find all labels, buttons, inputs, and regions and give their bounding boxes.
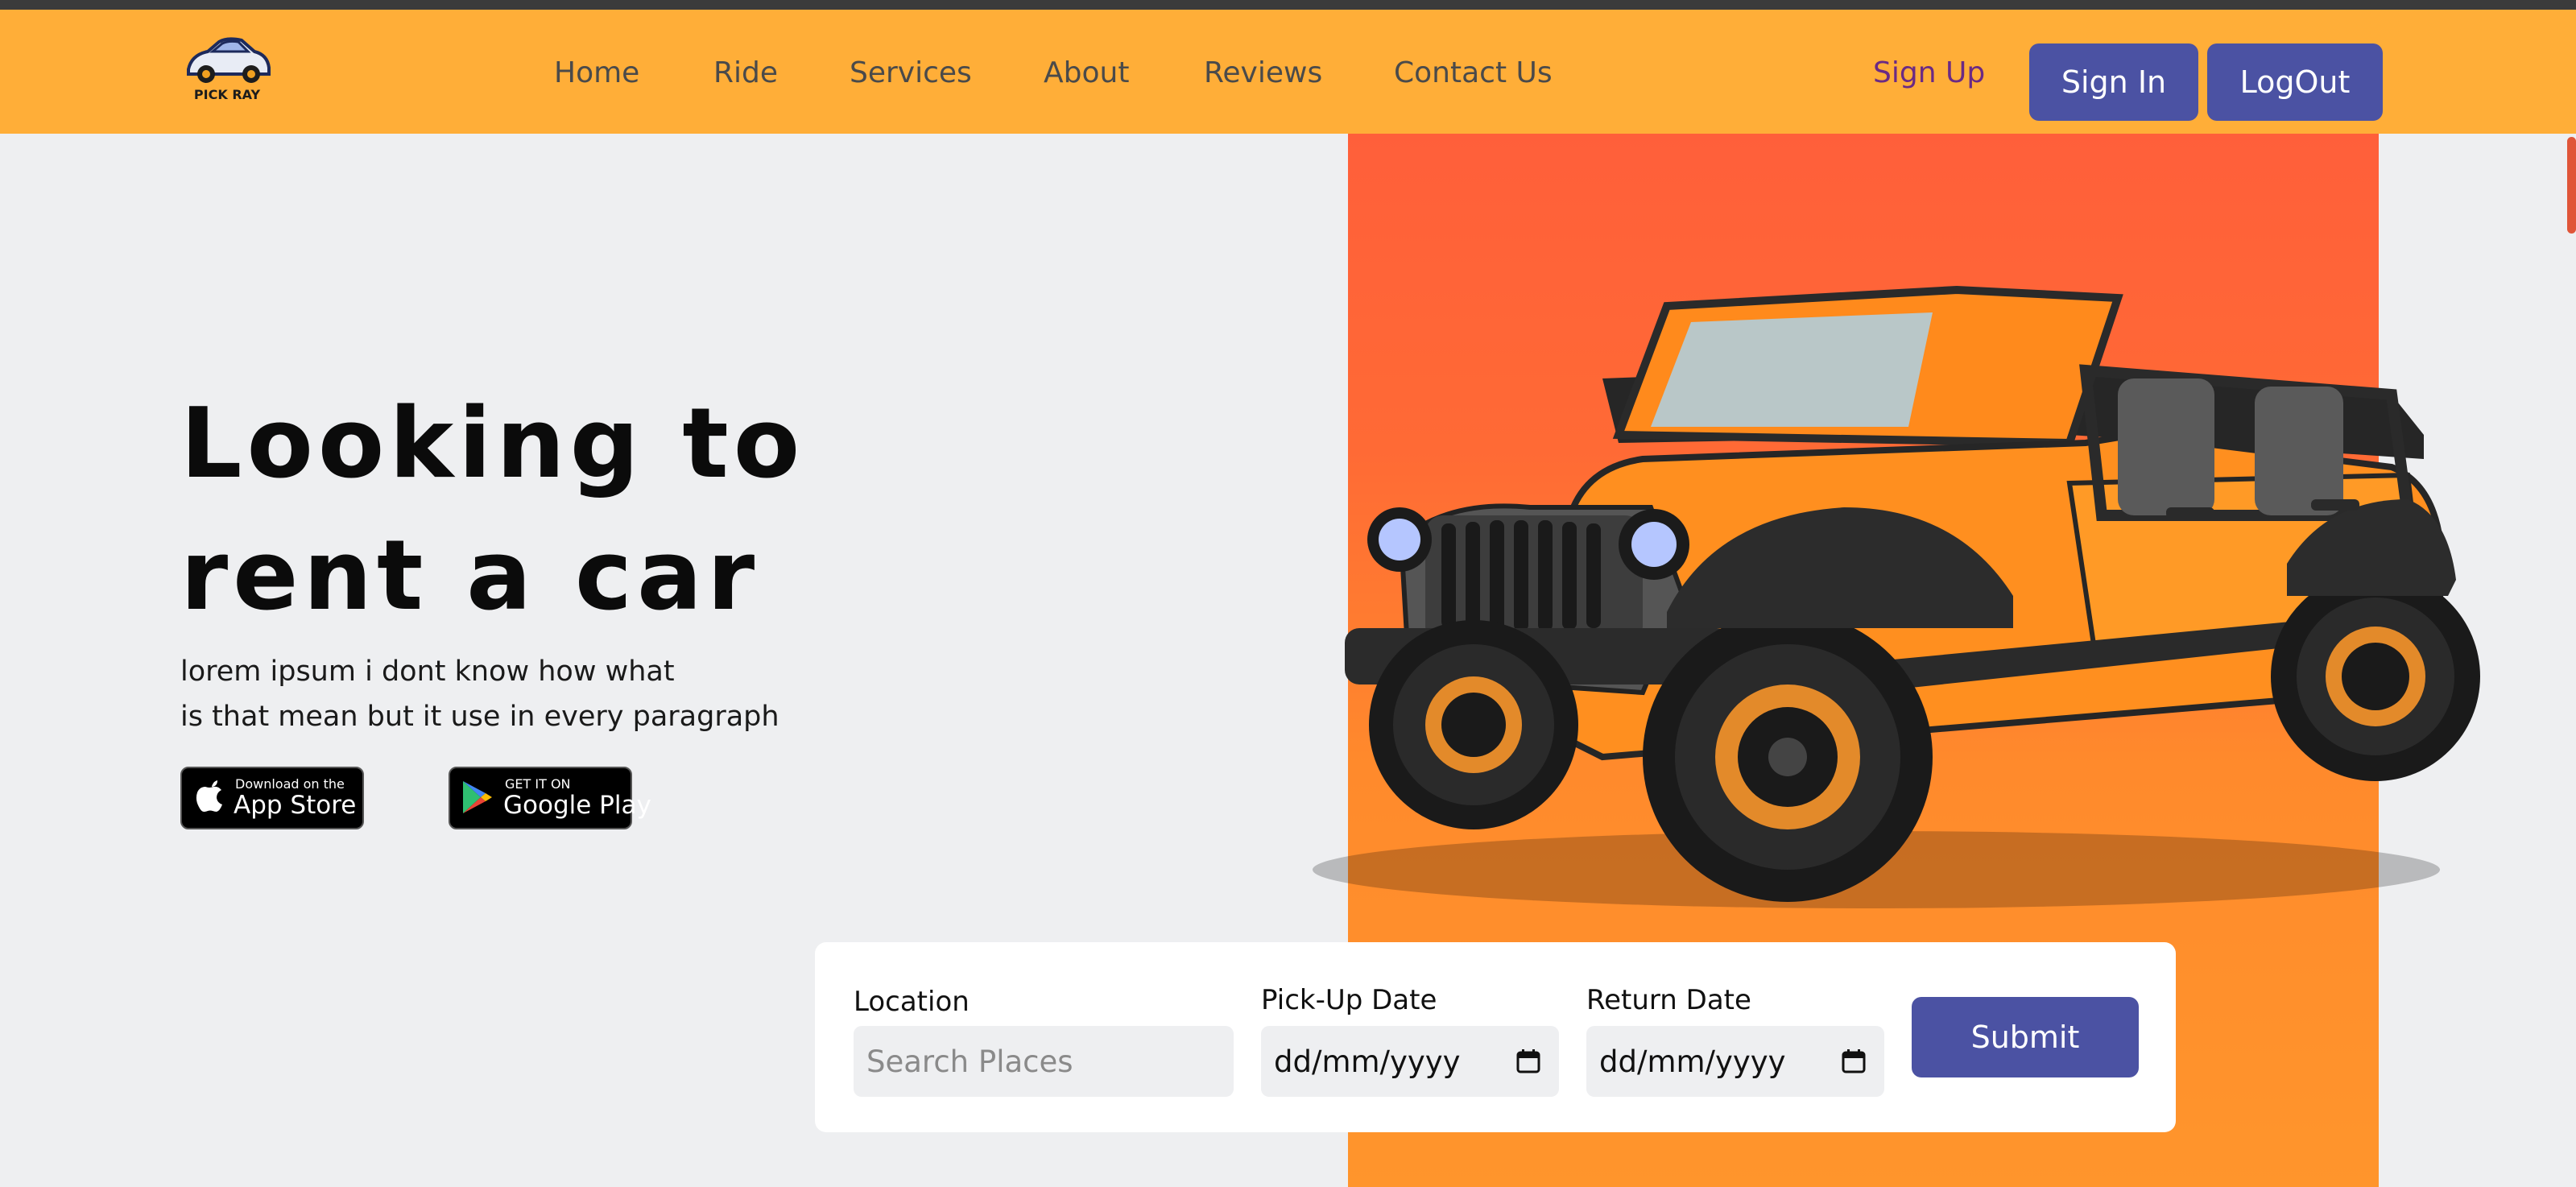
logout-button[interactable]: LogOut bbox=[2207, 43, 2383, 121]
google-play-badge[interactable]: GET IT ON Google Play bbox=[449, 767, 651, 829]
description-line-2: is that mean but it use in every paragra… bbox=[180, 701, 779, 733]
submit-button[interactable]: Submit bbox=[1912, 997, 2139, 1077]
apple-icon bbox=[196, 780, 222, 812]
browser-top-strip bbox=[0, 0, 2576, 10]
hero-headline: Looking to rent a car bbox=[180, 378, 905, 643]
google-play-big-text: Google Play bbox=[503, 791, 651, 820]
location-input[interactable]: Search Places bbox=[854, 1026, 1234, 1097]
location-label: Location bbox=[854, 986, 970, 1018]
google-play-icon bbox=[463, 781, 492, 813]
headline-line-2: rent a car bbox=[180, 520, 760, 632]
app-store-small-text: Download on the bbox=[235, 776, 345, 792]
google-play-small-text: GET IT ON bbox=[505, 776, 571, 792]
headline-line-1: Looking to bbox=[180, 388, 805, 500]
app-store-badge[interactable]: Download on the App Store bbox=[180, 767, 364, 829]
return-date-value: dd/mm/yyyy bbox=[1599, 1044, 1786, 1079]
nav-services[interactable]: Services bbox=[850, 56, 972, 89]
calendar-icon[interactable] bbox=[1841, 1048, 1867, 1074]
jeep-image bbox=[1313, 285, 2480, 908]
calendar-icon[interactable] bbox=[1515, 1048, 1541, 1074]
nav-reviews[interactable]: Reviews bbox=[1204, 56, 1322, 89]
location-placeholder: Search Places bbox=[866, 1044, 1073, 1079]
logo-text: PICK RAY bbox=[193, 87, 261, 102]
sign-up-link[interactable]: Sign Up bbox=[1873, 56, 1985, 89]
nav-about[interactable]: About bbox=[1044, 56, 1129, 89]
description-line-1: lorem ipsum i dont know how what bbox=[180, 656, 675, 688]
pickup-date-input[interactable]: dd/mm/yyyy bbox=[1261, 1026, 1559, 1097]
pickup-date-label: Pick-Up Date bbox=[1261, 984, 1437, 1016]
nav-home[interactable]: Home bbox=[554, 56, 639, 89]
navbar: PICK RAY Home Ride Services About Review… bbox=[0, 10, 2576, 134]
nav-ride[interactable]: Ride bbox=[713, 56, 778, 89]
car-logo-icon bbox=[187, 37, 271, 83]
sign-in-button[interactable]: Sign In bbox=[2029, 43, 2198, 121]
hero-description: lorem ipsum i dont know how what is that… bbox=[180, 649, 986, 739]
scrollbar-thumb[interactable] bbox=[2567, 137, 2576, 234]
brand-logo[interactable]: PICK RAY bbox=[180, 34, 274, 106]
pickup-date-value: dd/mm/yyyy bbox=[1274, 1044, 1461, 1079]
return-date-input[interactable]: dd/mm/yyyy bbox=[1586, 1026, 1884, 1097]
return-date-label: Return Date bbox=[1586, 984, 1751, 1016]
app-store-big-text: App Store bbox=[234, 791, 357, 820]
nav-contact-us[interactable]: Contact Us bbox=[1394, 56, 1553, 89]
